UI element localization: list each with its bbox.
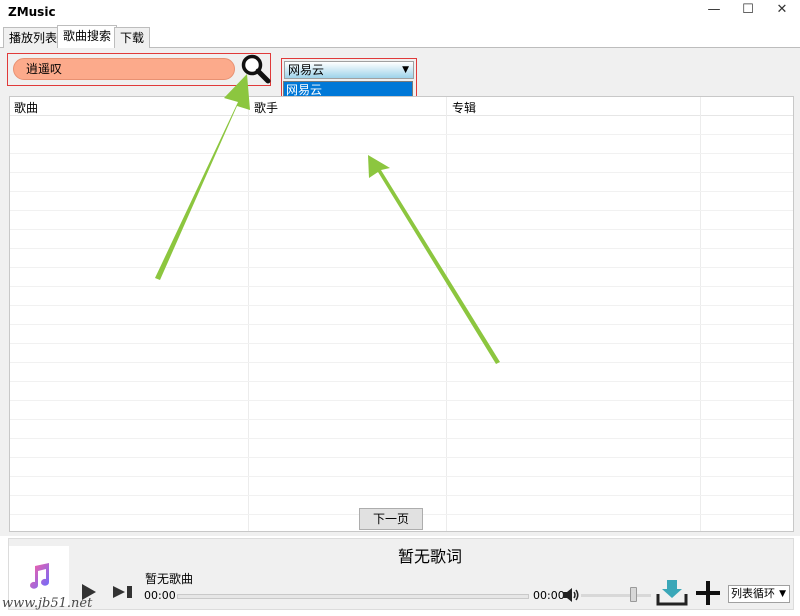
- next-track-button[interactable]: [112, 585, 134, 602]
- title-bar: ZMusic — ☐ ✕: [0, 0, 800, 24]
- column-divider: [248, 97, 249, 531]
- results-table[interactable]: 歌曲 歌手 专辑: [9, 96, 794, 532]
- table-row-line: [10, 210, 793, 211]
- column-artist[interactable]: 歌手: [254, 99, 278, 116]
- tab-download[interactable]: 下载: [114, 27, 151, 48]
- progress-bar[interactable]: [177, 594, 529, 599]
- source-select[interactable]: 网易云 ▼: [284, 61, 414, 79]
- next-page-button[interactable]: 下一页: [359, 508, 423, 530]
- table-row-line: [10, 381, 793, 382]
- table-row-line: [10, 305, 793, 306]
- volume-slider-thumb[interactable]: [630, 587, 637, 602]
- table-row-line: [10, 438, 793, 439]
- tab-playlist[interactable]: 播放列表: [3, 27, 64, 48]
- current-time: 00:00: [144, 589, 176, 602]
- column-album[interactable]: 专辑: [452, 99, 476, 116]
- search-icon: [241, 54, 271, 84]
- table-row-line: [10, 191, 793, 192]
- table-row-line: [10, 153, 793, 154]
- play-mode-select[interactable]: 列表循环 ▼: [728, 585, 790, 603]
- column-divider: [446, 97, 447, 531]
- minimize-button[interactable]: —: [697, 0, 731, 22]
- lyric-display: 暂无歌词: [397, 547, 462, 566]
- volume-icon: [563, 588, 579, 602]
- volume-slider[interactable]: [581, 594, 651, 597]
- skip-next-icon: [113, 586, 132, 598]
- table-row-line: [10, 457, 793, 458]
- total-time: 00:00: [533, 589, 565, 602]
- plus-icon: [696, 581, 720, 605]
- table-row-line: [10, 495, 793, 496]
- watermark: www.jb51.net: [2, 596, 93, 611]
- source-select-value: 网易云: [288, 63, 325, 77]
- search-input[interactable]: 逍遥叹: [13, 58, 235, 80]
- table-row-line: [10, 476, 793, 477]
- maximize-button[interactable]: ☐: [731, 0, 765, 22]
- chevron-down-icon: ▼: [402, 65, 409, 75]
- chevron-down-icon: ▼: [779, 589, 786, 599]
- table-row-line: [10, 229, 793, 230]
- song-title: 暂无歌曲: [145, 572, 194, 586]
- table-row-line: [10, 248, 793, 249]
- table-row-line: [10, 134, 793, 135]
- download-icon: [656, 580, 688, 606]
- table-row-line: [10, 286, 793, 287]
- table-row-line: [10, 267, 793, 268]
- close-button[interactable]: ✕: [765, 0, 799, 22]
- table-row-line: [10, 419, 793, 420]
- download-button[interactable]: [656, 580, 688, 609]
- column-song[interactable]: 歌曲: [14, 99, 38, 116]
- table-row-line: [10, 172, 793, 173]
- tab-song-search[interactable]: 歌曲搜索: [57, 25, 118, 48]
- add-button[interactable]: [694, 580, 722, 609]
- table-row-line: [10, 324, 793, 325]
- table-row-line: [10, 343, 793, 344]
- column-divider: [700, 97, 701, 531]
- table-row-line: [10, 362, 793, 363]
- table-row-line: [10, 400, 793, 401]
- app-title: ZMusic: [8, 5, 56, 19]
- play-mode-value: 列表循环: [731, 587, 775, 600]
- volume-button[interactable]: [562, 587, 580, 606]
- table-header: 歌曲 歌手 专辑: [10, 97, 793, 116]
- search-button[interactable]: [240, 53, 272, 85]
